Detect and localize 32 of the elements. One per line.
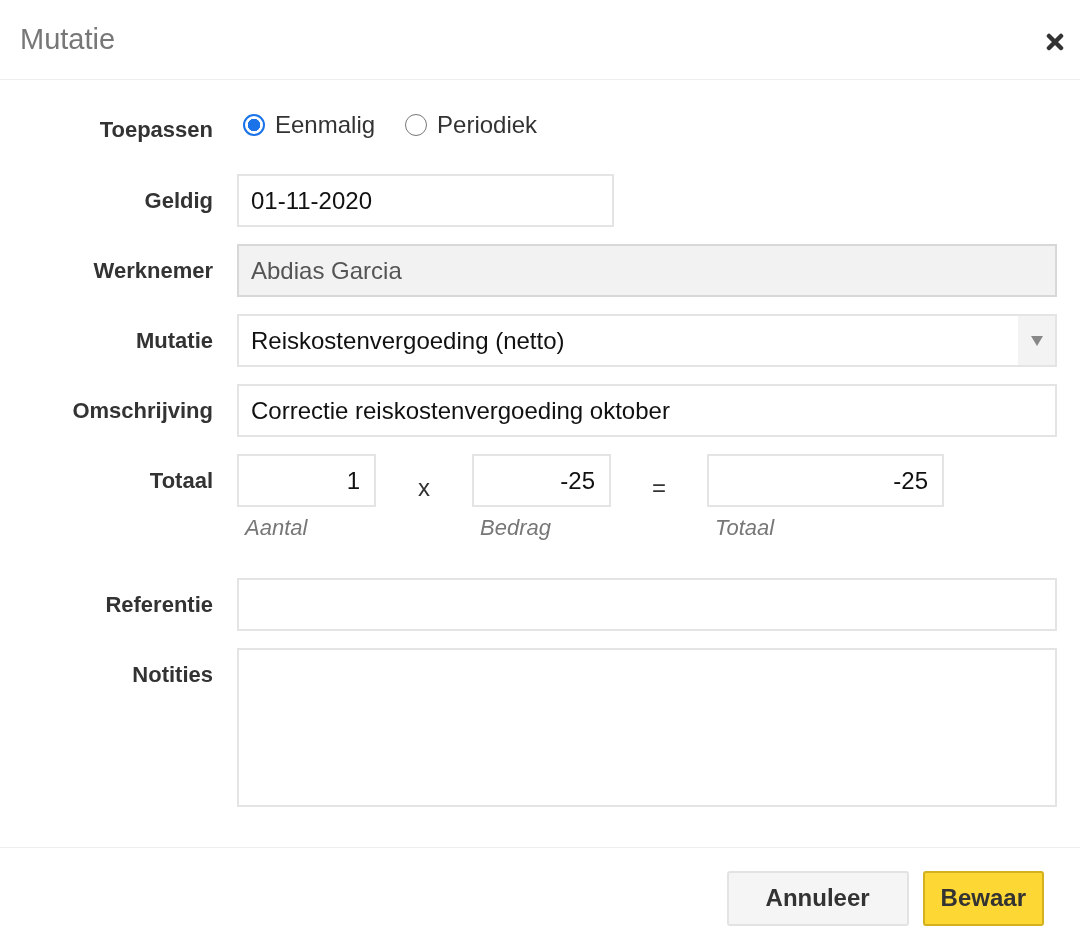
number-field[interactable]: -25 bbox=[472, 454, 611, 507]
radio-label[interactable]: Eenmalig bbox=[275, 111, 376, 139]
field-label: Notities bbox=[132, 662, 213, 688]
operator-sign: = bbox=[651, 474, 667, 502]
field-label: Totaal bbox=[149, 468, 213, 494]
field-label: Geldig bbox=[144, 188, 213, 214]
field-label: Referentie bbox=[105, 592, 213, 618]
radio-option[interactable]: Eenmalig bbox=[243, 111, 376, 139]
operator-sign: x bbox=[417, 474, 431, 502]
radio-label[interactable]: Periodiek bbox=[437, 111, 538, 139]
radio-option[interactable]: Periodiek bbox=[405, 111, 538, 139]
field-label: Mutatie bbox=[136, 328, 213, 354]
radio-button[interactable] bbox=[405, 114, 428, 136]
text-field[interactable]: Correctie reiskostenvergoeding oktober bbox=[237, 384, 1057, 437]
number-field[interactable]: -25 bbox=[707, 454, 944, 507]
field-hint: Totaal bbox=[715, 515, 776, 541]
notes-field[interactable] bbox=[237, 648, 1057, 807]
date-field[interactable]: 01-11-2020 bbox=[237, 174, 614, 227]
save-button[interactable]: Bewaar bbox=[922, 870, 1044, 926]
dropdown-arrow-icon bbox=[1030, 335, 1043, 346]
dialog-title: Mutatie bbox=[20, 23, 116, 56]
number-field[interactable]: 1 bbox=[237, 454, 376, 507]
text-field[interactable] bbox=[237, 578, 1057, 631]
field-hint: Bedrag bbox=[480, 515, 552, 541]
field-hint: Aantal bbox=[245, 515, 309, 541]
cancel-button[interactable]: Annuleer bbox=[726, 870, 909, 926]
radio-button[interactable] bbox=[243, 114, 265, 136]
field-label: Toepassen bbox=[99, 117, 213, 143]
field-label: Werknemer bbox=[93, 258, 213, 284]
field-label: Omschrijving bbox=[72, 398, 213, 424]
close-icon[interactable] bbox=[1046, 32, 1064, 51]
select-field[interactable]: Reiskostenvergoeding (netto) bbox=[237, 314, 1057, 367]
